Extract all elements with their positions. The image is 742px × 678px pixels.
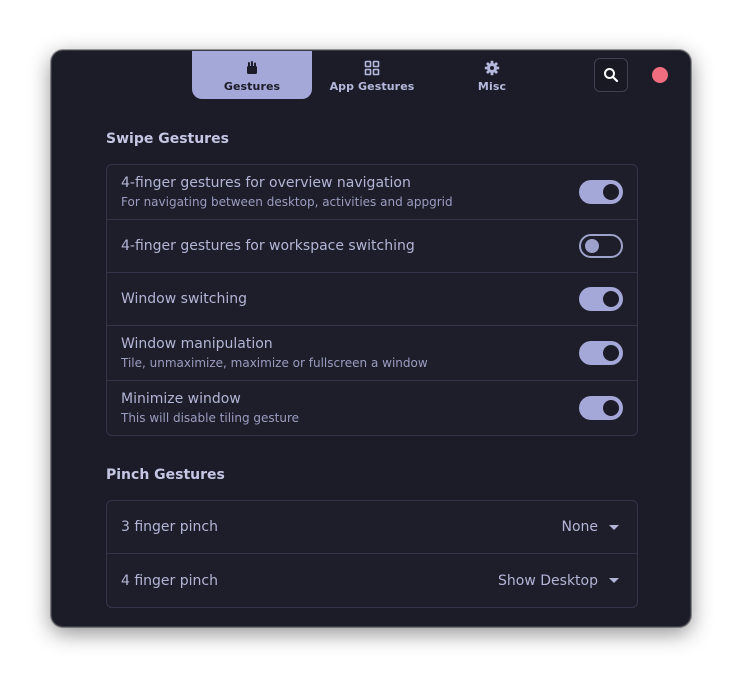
gestures-icon (247, 61, 257, 74)
tab-app-gestures-label: App Gestures (329, 80, 415, 93)
row-subtitle: For navigating between desktop, activiti… (121, 195, 453, 209)
row-title: Minimize window (121, 391, 241, 407)
swipe-row-workspace: 4-finger gestures for workspace switchin… (107, 220, 637, 273)
4-finger-pinch-dropdown[interactable]: Show Desktop (498, 573, 619, 589)
window-manipulation-toggle[interactable] (579, 341, 623, 365)
pinch-gestures-group: 3 finger pinch None 4 finger pinch Show … (106, 500, 638, 608)
pinch-row-4-finger: 4 finger pinch Show Desktop (107, 554, 637, 607)
preferences-window: Gestures App Gestures Misc Swipe Gesture… (51, 50, 691, 627)
3-finger-pinch-dropdown[interactable]: None (561, 519, 619, 535)
swipe-gestures-group: 4-finger gestures for overview navigatio… (106, 164, 638, 436)
row-title: 4-finger gestures for overview navigatio… (121, 175, 411, 191)
tab-misc-label: Misc (477, 80, 507, 93)
window-switching-toggle[interactable] (579, 287, 623, 311)
dropdown-value: Show Desktop (498, 572, 598, 589)
swipe-row-window-switching: Window switching (107, 273, 637, 326)
row-title: 4-finger gestures for workspace switchin… (121, 238, 415, 254)
tab-misc[interactable]: Misc (432, 51, 552, 99)
gear-icon (484, 60, 500, 76)
tab-gestures[interactable]: Gestures (192, 51, 312, 99)
grid-icon (364, 60, 380, 76)
minimize-toggle[interactable] (579, 396, 623, 420)
pinch-gestures-title: Pinch Gestures (106, 467, 225, 483)
dropdown-value: None (561, 519, 598, 535)
swipe-row-overview: 4-finger gestures for overview navigatio… (107, 165, 637, 220)
row-title: 3 finger pinch (121, 519, 218, 535)
search-button[interactable] (594, 58, 628, 92)
tab-app-gestures[interactable]: App Gestures (312, 51, 432, 99)
row-title: Window manipulation (121, 336, 273, 352)
close-button[interactable] (652, 67, 668, 83)
workspace-toggle[interactable] (579, 234, 623, 258)
chevron-down-icon (609, 524, 619, 530)
overview-toggle[interactable] (579, 180, 623, 204)
swipe-row-minimize: Minimize window This will disable tiling… (107, 381, 637, 435)
swipe-gestures-title: Swipe Gestures (106, 131, 229, 147)
header-bar: Gestures App Gestures Misc (52, 51, 690, 101)
row-title: Window switching (121, 291, 247, 307)
row-subtitle: This will disable tiling gesture (121, 411, 300, 425)
pinch-row-3-finger: 3 finger pinch None (107, 501, 637, 554)
search-icon (604, 68, 619, 83)
swipe-row-window-manipulation: Window manipulation Tile, unmaximize, ma… (107, 326, 637, 381)
row-subtitle: Tile, unmaximize, maximize or fullscreen… (121, 356, 428, 370)
row-title: 4 finger pinch (121, 572, 218, 589)
chevron-down-icon (609, 578, 619, 583)
tab-gestures-label: Gestures (223, 80, 281, 93)
